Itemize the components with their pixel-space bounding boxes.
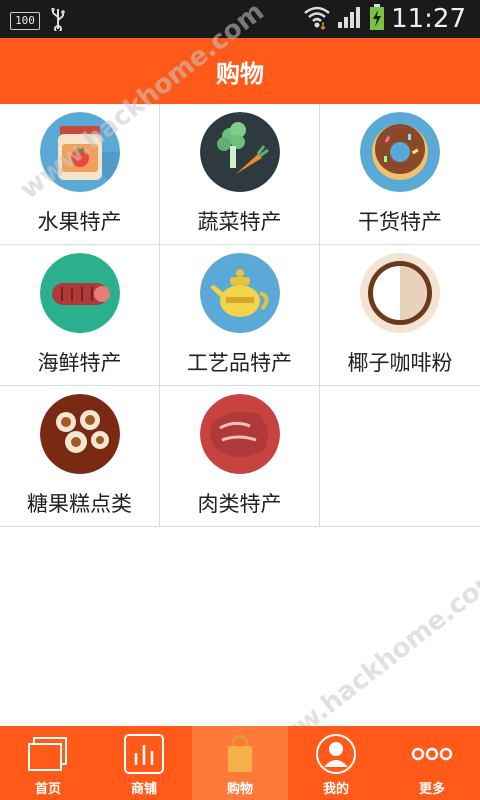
category-item-dried-goods[interactable]: 干货特产 <box>320 104 480 245</box>
wifi-icon <box>303 4 331 34</box>
category-item-meat[interactable]: 肉类特产 <box>160 386 320 527</box>
bottom-tab-bar: 首页 商铺 购物 我的 更多 <box>0 726 480 800</box>
shop-chart-icon <box>121 732 167 776</box>
category-item-vegetables[interactable]: 蔬菜特产 <box>160 104 320 245</box>
category-label: 肉类特产 <box>197 492 282 516</box>
status-bar: 100 11:27 <box>0 0 480 38</box>
tab-home[interactable]: 首页 <box>0 726 96 800</box>
category-item-fruit[interactable]: 水果特产 <box>0 104 160 245</box>
signal-icon <box>337 5 363 33</box>
tab-shopping[interactable]: 购物 <box>192 726 288 800</box>
status-left: 100 <box>10 7 66 35</box>
home-pages-icon <box>25 732 71 776</box>
category-label: 椰子咖啡粉 <box>347 351 453 375</box>
tab-label: 我的 <box>322 782 349 797</box>
tab-label: 购物 <box>226 782 253 797</box>
profile-icon <box>313 732 359 776</box>
teapot-icon <box>200 253 280 333</box>
category-grid: 水果特产 蔬菜特产 干货特产 海鲜特产 工艺品特产 椰子咖啡粉 糖果糕点类 肉类… <box>0 104 480 527</box>
tab-more[interactable]: 更多 <box>384 726 480 800</box>
category-label: 海鲜特产 <box>37 351 122 375</box>
more-icon <box>409 732 455 776</box>
tab-label: 首页 <box>34 782 61 797</box>
coconut-icon <box>360 253 440 333</box>
tab-shops[interactable]: 商铺 <box>96 726 192 800</box>
tab-label: 更多 <box>418 782 445 797</box>
category-label: 糖果糕点类 <box>27 492 132 516</box>
category-label: 干货特产 <box>358 210 442 234</box>
sausage-icon <box>40 253 120 333</box>
page-title: 购物 <box>216 59 264 88</box>
shopping-bag-icon <box>217 732 263 776</box>
meat-icon <box>200 394 280 474</box>
category-item-seafood[interactable]: 海鲜特产 <box>0 245 160 386</box>
category-item-crafts[interactable]: 工艺品特产 <box>160 245 320 386</box>
category-item-candy-pastry[interactable]: 糖果糕点类 <box>0 386 160 527</box>
battery-charging-icon <box>369 3 385 35</box>
category-label: 蔬菜特产 <box>197 210 282 234</box>
usb-icon <box>50 7 66 35</box>
category-label: 工艺品特产 <box>187 351 292 375</box>
empty-grid-cell <box>320 386 480 527</box>
battery-level-icon: 100 <box>10 12 40 30</box>
clock-time: 11:27 <box>391 4 466 34</box>
swiss-roll-icon <box>40 394 120 474</box>
jam-jar-icon <box>40 112 120 192</box>
donut-icon <box>360 112 440 192</box>
tab-mine[interactable]: 我的 <box>288 726 384 800</box>
vegetables-icon <box>200 112 280 192</box>
status-right: 11:27 <box>303 3 466 35</box>
category-item-coconut-coffee[interactable]: 椰子咖啡粉 <box>320 245 480 386</box>
app-header: 购物 <box>0 38 480 104</box>
category-label: 水果特产 <box>37 210 122 234</box>
tab-label: 商铺 <box>130 782 157 797</box>
